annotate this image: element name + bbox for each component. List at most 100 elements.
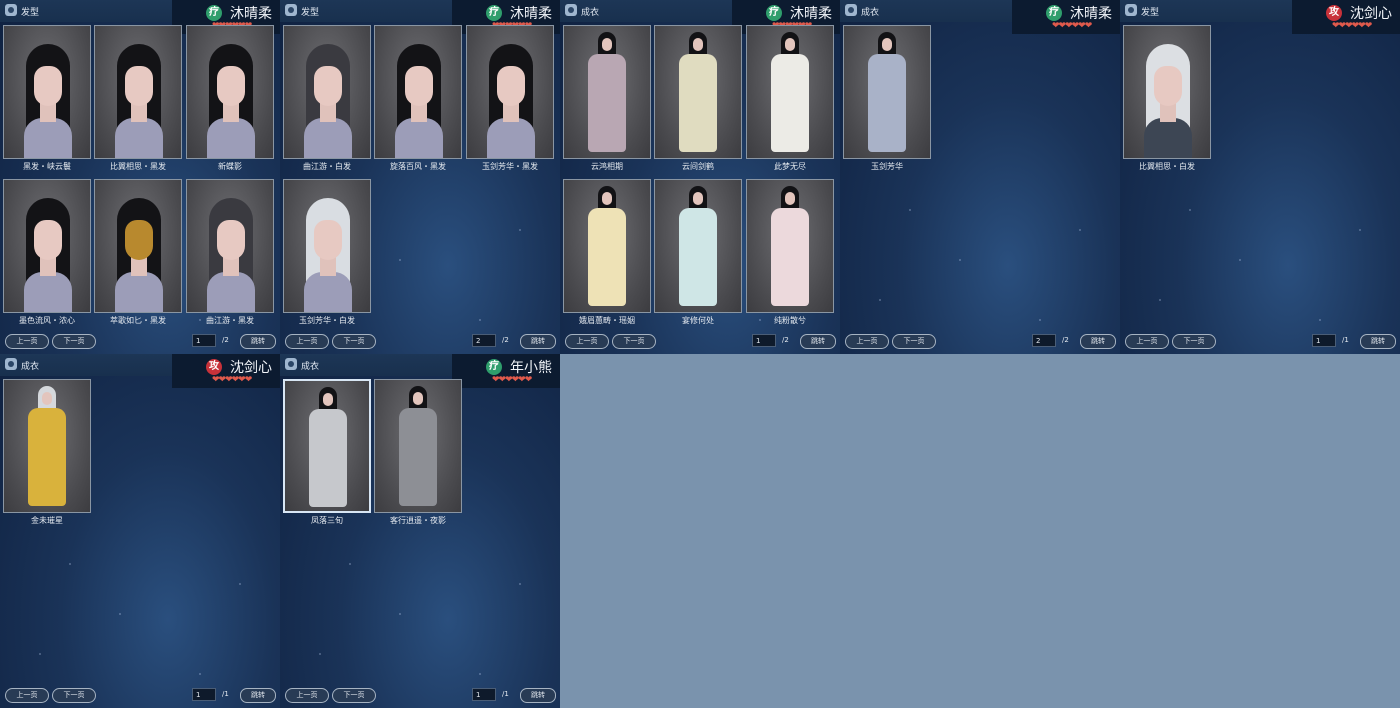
character-card: 攻 沈剑心 ❤❤❤❤❤❤ — [1292, 0, 1400, 34]
hairstyle-item[interactable]: 玉剑芳华・黑发 — [466, 25, 554, 173]
next-page-button[interactable]: 下一页 — [332, 688, 376, 703]
jump-button[interactable]: 跳转 — [240, 688, 276, 703]
category-label: 发型 — [1141, 8, 1160, 18]
character-name: 年小熊 — [510, 360, 552, 376]
jump-button[interactable]: 跳转 — [520, 688, 556, 703]
hairstyle-item[interactable]: 玉剑芳华・白发 — [283, 179, 371, 327]
item-label: 玉剑芳华・黑发 — [482, 162, 538, 171]
jump-button[interactable]: 跳转 — [520, 334, 556, 349]
hairstyle-item[interactable]: 墨色流风・浓心 — [3, 179, 91, 327]
next-page-button[interactable]: 下一页 — [52, 688, 96, 703]
item-label: 玉剑芳华・白发 — [299, 316, 355, 325]
hairstyle-item[interactable]: 旋落百风・黑发 — [374, 25, 462, 173]
outfit-item[interactable]: 云间剑鹤 — [654, 25, 742, 173]
item-thumbnail[interactable] — [94, 179, 182, 313]
outfit-item[interactable]: 客行逍遥・夜影 — [374, 379, 462, 527]
hanger-icon — [845, 4, 857, 16]
page-input[interactable]: 1 — [192, 334, 216, 347]
item-thumbnail[interactable] — [563, 25, 651, 159]
item-thumbnail[interactable] — [94, 25, 182, 159]
item-thumbnail[interactable] — [3, 25, 91, 159]
item-label: 比翼相思・黑发 — [110, 162, 166, 171]
item-thumbnail[interactable] — [466, 25, 554, 159]
category-label: 成衣 — [581, 8, 600, 18]
prev-page-button[interactable]: 上一页 — [845, 334, 889, 349]
outfit-item[interactable]: 纯粉散兮 — [746, 179, 834, 327]
item-label: 比翼相思・白发 — [1139, 162, 1195, 171]
outfit-item[interactable]: 云鸿相期 — [563, 25, 651, 173]
hairstyle-item[interactable]: 新蝶影 — [186, 25, 274, 173]
jump-button[interactable]: 跳转 — [1080, 334, 1116, 349]
item-thumbnail[interactable] — [374, 379, 462, 513]
page-input[interactable]: 1 — [472, 688, 496, 701]
jump-button[interactable]: 跳转 — [240, 334, 276, 349]
outfit-item[interactable]: 凤落三旬 — [283, 379, 371, 527]
item-thumbnail[interactable] — [186, 25, 274, 159]
item-label: 纯粉散兮 — [774, 316, 806, 325]
hairstyle-item[interactable]: 曲江游・黑发 — [186, 179, 274, 327]
page-input[interactable]: 2 — [1032, 334, 1056, 347]
item-thumbnail[interactable] — [3, 379, 91, 513]
prev-page-button[interactable]: 上一页 — [5, 334, 49, 349]
item-thumbnail[interactable] — [563, 179, 651, 313]
page-total: /2 — [222, 336, 229, 344]
wardrobe-panel: 成衣 攻 沈剑心 ❤❤❤❤❤❤ 金未璀星 上一页 下一页 1 /1 跳转 — [0, 354, 280, 708]
item-thumbnail[interactable] — [283, 25, 371, 159]
item-thumbnail[interactable] — [1123, 25, 1211, 159]
page-input[interactable]: 1 — [192, 688, 216, 701]
prev-page-button[interactable]: 上一页 — [5, 688, 49, 703]
item-thumbnail[interactable] — [746, 25, 834, 159]
outfit-item[interactable]: 宴修何处 — [654, 179, 742, 327]
pagination: 上一页 下一页 2 /2 跳转 — [280, 332, 560, 354]
prev-page-button[interactable]: 上一页 — [565, 334, 609, 349]
outfit-item[interactable]: 此梦无尽 — [746, 25, 834, 173]
page-total: /1 — [222, 690, 229, 698]
jump-button[interactable]: 跳转 — [800, 334, 836, 349]
prev-page-button[interactable]: 上一页 — [285, 334, 329, 349]
next-page-button[interactable]: 下一页 — [52, 334, 96, 349]
item-thumbnail[interactable] — [746, 179, 834, 313]
pagination: 上一页 下一页 2 /2 跳转 — [840, 332, 1120, 354]
hanger-icon — [5, 4, 17, 16]
next-page-button[interactable]: 下一页 — [612, 334, 656, 349]
role-badge: 疗 — [486, 359, 502, 375]
next-page-button[interactable]: 下一页 — [892, 334, 936, 349]
wardrobe-panel: 成衣 疗 沐晴柔 ❤❤❤❤❤❤ 玉剑芳华 上一页 下一页 2 /2 跳转 — [840, 0, 1120, 354]
page-input[interactable]: 1 — [752, 334, 776, 347]
wardrobe-panel: 发型 疗 沐晴柔 ❤❤❤❤❤❤ 黑发・峡云鬟 比翼相思・黑发 新蝶影 墨色流风・… — [0, 0, 280, 354]
item-thumbnail[interactable] — [374, 25, 462, 159]
role-badge: 疗 — [766, 5, 782, 21]
character-name: 沐晴柔 — [790, 6, 832, 22]
next-page-button[interactable]: 下一页 — [1172, 334, 1216, 349]
prev-page-button[interactable]: 上一页 — [1125, 334, 1169, 349]
hairstyle-item[interactable]: 比翼相思・黑发 — [94, 25, 182, 173]
prev-page-button[interactable]: 上一页 — [285, 688, 329, 703]
item-thumbnail[interactable] — [654, 179, 742, 313]
jump-button[interactable]: 跳转 — [1360, 334, 1396, 349]
item-label: 客行逍遥・夜影 — [390, 516, 446, 525]
outfit-item[interactable]: 娥眉蕙畴・瑶姻 — [563, 179, 651, 327]
page-input[interactable]: 2 — [472, 334, 496, 347]
item-label: 萃歌如匕・黑发 — [110, 316, 166, 325]
item-thumbnail[interactable] — [283, 379, 371, 513]
outfit-item[interactable]: 玉剑芳华 — [843, 25, 931, 173]
hairstyle-item[interactable]: 曲江游・白发 — [283, 25, 371, 173]
item-thumbnail[interactable] — [3, 179, 91, 313]
character-name: 沈剑心 — [1350, 6, 1392, 22]
hairstyle-item[interactable]: 比翼相思・白发 — [1123, 25, 1211, 173]
hairstyle-item[interactable]: 萃歌如匕・黑发 — [94, 179, 182, 327]
category-label: 成衣 — [21, 362, 40, 372]
item-thumbnail[interactable] — [654, 25, 742, 159]
character-name: 沐晴柔 — [510, 6, 552, 22]
hairstyle-item[interactable]: 黑发・峡云鬟 — [3, 25, 91, 173]
item-thumbnail[interactable] — [843, 25, 931, 159]
next-page-button[interactable]: 下一页 — [332, 334, 376, 349]
item-label: 墨色流风・浓心 — [19, 316, 75, 325]
hearts-icon: ❤❤❤❤❤❤ — [492, 375, 532, 385]
pagination: 上一页 下一页 1 /1 跳转 — [1120, 332, 1400, 354]
hanger-icon — [565, 4, 577, 16]
page-input[interactable]: 1 — [1312, 334, 1336, 347]
item-thumbnail[interactable] — [283, 179, 371, 313]
outfit-item[interactable]: 金未璀星 — [3, 379, 91, 527]
item-thumbnail[interactable] — [186, 179, 274, 313]
